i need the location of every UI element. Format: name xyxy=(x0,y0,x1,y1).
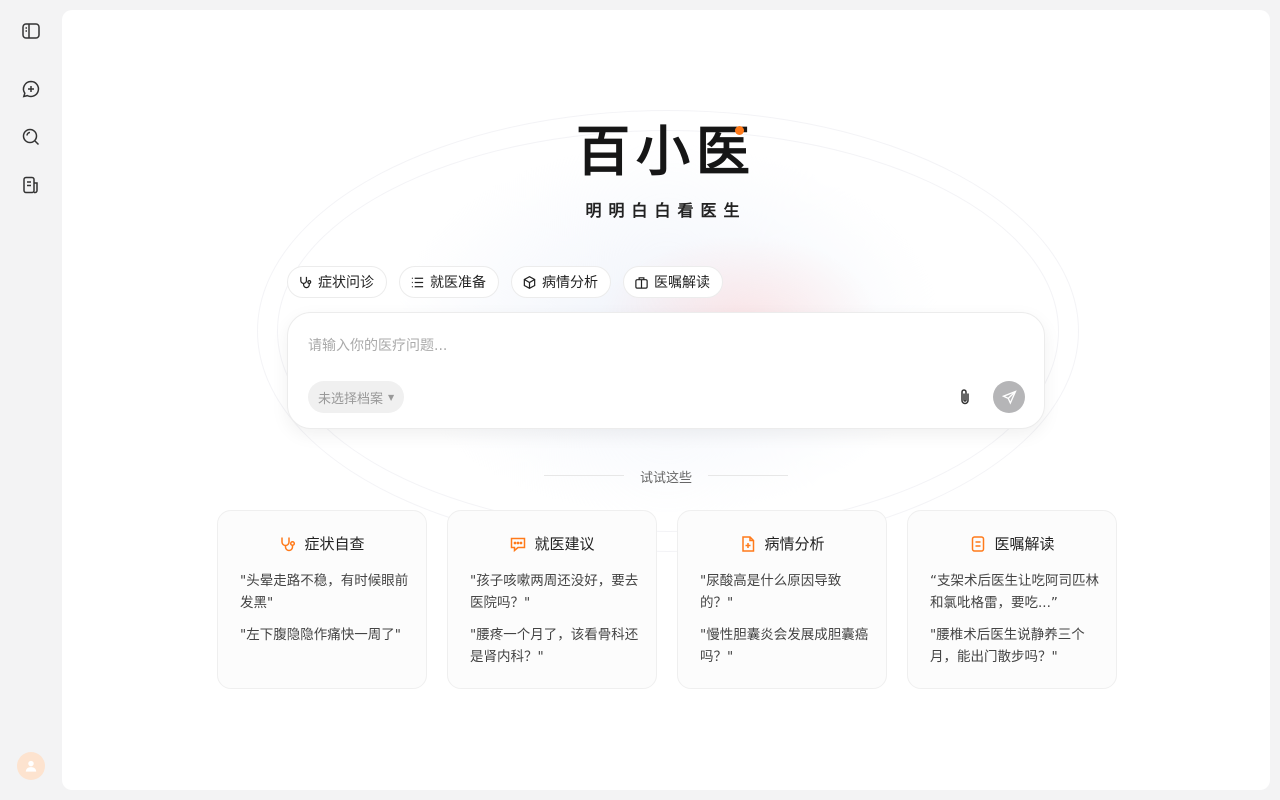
suggestion-card: 症状自查 "头晕走路不稳，有时候眼前发黑" "左下腹隐隐作痛快一周了" xyxy=(217,510,427,689)
caret-down-icon: ▼ xyxy=(388,392,395,402)
suggestion-question[interactable]: "腰疼一个月了，该看骨科还是肾内科？" xyxy=(470,624,640,668)
card-title: 症状自查 xyxy=(304,535,365,553)
suggestion-card: 病情分析 "尿酸高是什么原因导致的？" "慢性胆囊炎会发展成胆囊癌吗？" xyxy=(677,510,887,689)
records-icon[interactable] xyxy=(17,171,45,199)
user-icon xyxy=(25,760,37,772)
chip-symptom-consult[interactable]: 症状问诊 xyxy=(287,266,387,298)
chip-condition-analysis[interactable]: 病情分析 xyxy=(511,266,611,298)
chip-label: 病情分析 xyxy=(542,275,598,291)
card-header: 就医建议 xyxy=(448,533,656,554)
suggestion-question[interactable]: "尿酸高是什么原因导致的？" xyxy=(700,570,870,614)
card-title: 就医建议 xyxy=(534,535,595,553)
avatar[interactable] xyxy=(17,752,45,780)
medkit-icon xyxy=(635,276,648,289)
chat-input-box: 未选择档案 ▼ xyxy=(287,312,1045,429)
card-header: 病情分析 xyxy=(678,533,886,554)
medical-doc-icon xyxy=(742,535,755,552)
search-icon[interactable] xyxy=(17,123,45,151)
stethoscope-icon xyxy=(281,537,296,551)
suggestions-title: 试试这些 xyxy=(639,471,692,486)
card-title: 医嘱解读 xyxy=(994,535,1055,553)
quick-mode-chips: 症状问诊 就医准备 病情分析 医嘱解读 xyxy=(287,266,735,298)
chip-orders-explain[interactable]: 医嘱解读 xyxy=(623,266,723,298)
stethoscope-icon xyxy=(300,276,312,288)
suggestion-question[interactable]: "孩子咳嗽两周还没好，要去医院吗？" xyxy=(470,570,640,614)
chip-label: 症状问诊 xyxy=(318,275,374,291)
suggestion-question[interactable]: "左下腹隐隐作痛快一周了" xyxy=(240,624,410,646)
chip-visit-prep[interactable]: 就医准备 xyxy=(399,266,499,298)
send-button[interactable] xyxy=(993,381,1025,413)
sidebar xyxy=(0,0,62,800)
question-input[interactable] xyxy=(308,335,1008,361)
logo-dot xyxy=(735,126,744,135)
suggestion-card: 医嘱解读 “支架术后医生让吃阿司匹林和氯吡格雷，要吃...” "腰椎术后医生说静… xyxy=(907,510,1117,689)
new-chat-icon[interactable] xyxy=(17,75,45,103)
chat-bubble-icon xyxy=(511,537,526,552)
card-header: 医嘱解读 xyxy=(908,533,1116,554)
profile-select-label: 未选择档案 xyxy=(318,391,384,407)
card-header: 症状自查 xyxy=(218,533,426,554)
checklist-icon xyxy=(411,277,424,287)
sidebar-toggle-icon[interactable] xyxy=(17,17,45,45)
app-logo: 百小医 xyxy=(576,120,756,183)
attach-icon[interactable] xyxy=(953,385,977,409)
suggestion-card: 就医建议 "孩子咳嗽两周还没好，要去医院吗？" "腰疼一个月了，该看骨科还是肾内… xyxy=(447,510,657,689)
suggestion-question[interactable]: “支架术后医生让吃阿司匹林和氯吡格雷，要吃...” xyxy=(930,570,1100,614)
doc-lines-icon xyxy=(972,535,985,552)
app-slogan: 明明白白看医生 xyxy=(585,201,747,220)
chip-label: 医嘱解读 xyxy=(654,275,710,291)
send-icon xyxy=(1001,389,1017,405)
suggestion-question[interactable]: "慢性胆囊炎会发展成胆囊癌吗？" xyxy=(700,624,870,668)
chip-label: 就医准备 xyxy=(430,275,486,291)
main-panel: 百小医 明明白白看医生 症状问诊 就医准备 病情分析 医嘱解读 未选择档案 ▼ xyxy=(62,10,1270,790)
suggestion-question[interactable]: "腰椎术后医生说静养三个月，能出门散步吗？" xyxy=(930,624,1100,668)
cube-icon xyxy=(523,275,536,289)
suggestion-question[interactable]: "头晕走路不稳，有时候眼前发黑" xyxy=(240,570,410,614)
card-title: 病情分析 xyxy=(764,535,825,553)
profile-select[interactable]: 未选择档案 ▼ xyxy=(308,381,405,413)
